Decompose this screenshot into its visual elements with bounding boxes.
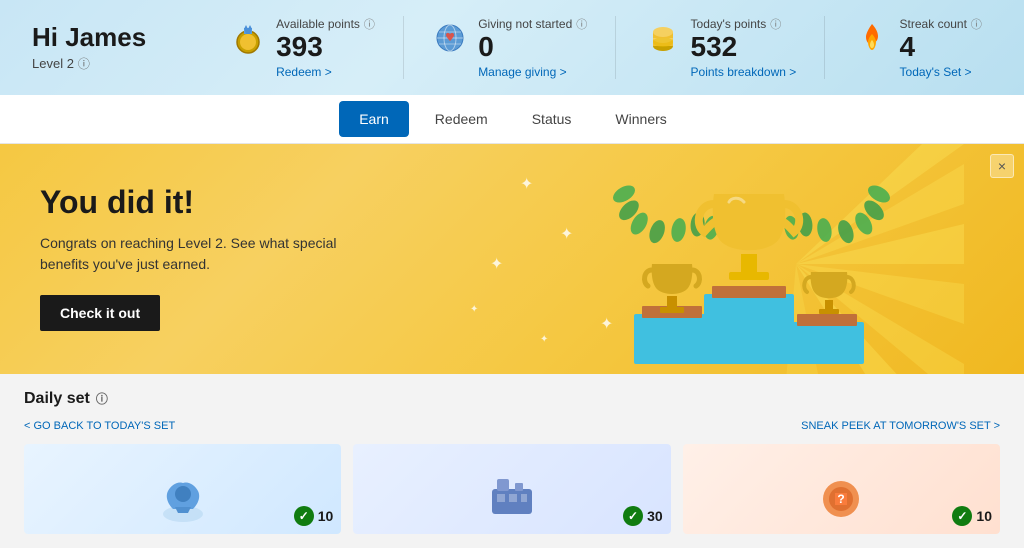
level-text: Level 2 [32, 56, 74, 71]
available-points-label: Available points ⓘ [276, 16, 375, 32]
svg-text:?: ? [838, 492, 845, 506]
go-back-link[interactable]: < GO BACK TO TODAY'S SET [24, 420, 175, 432]
tab-winners[interactable]: Winners [595, 95, 686, 143]
divider-1 [403, 16, 404, 79]
daily-set-navigation: < GO BACK TO TODAY'S SET SNEAK PEEK AT T… [24, 420, 1000, 432]
available-points-content: Available points ⓘ 393 Redeem > [276, 16, 375, 79]
banner-description: Congrats on reaching Level 2. See what s… [40, 233, 360, 275]
achievement-banner: ✦ ✦ ✦ ✦ ✦ ✦ [0, 144, 1024, 374]
greeting-section: Hi James Level 2 ⓘ [32, 22, 172, 72]
streak-value: 4 [900, 32, 982, 63]
today-set-link[interactable]: Today's Set > [900, 65, 982, 79]
banner-title: You did it! [40, 184, 360, 221]
greeting-text: Hi James [32, 22, 172, 53]
points-breakdown-link[interactable]: Points breakdown > [691, 65, 797, 79]
daily-set-header: Daily set ⓘ [24, 390, 1000, 408]
giving-label: Giving not started ⓘ [478, 16, 587, 32]
coins-icon [645, 20, 681, 56]
globe-icon [432, 20, 468, 56]
sparkle-5: ✦ [470, 304, 478, 315]
stat-giving: Giving not started ⓘ 0 Manage giving > [432, 16, 587, 79]
streak-info-icon[interactable]: ⓘ [971, 16, 982, 32]
card-3-points: ✓ 10 [952, 506, 992, 526]
today-points-label: Today's points ⓘ [691, 16, 797, 32]
daily-cards-container: ✓ 10 ✓ 30 ? [24, 444, 1000, 534]
stats-bar: Available points ⓘ 393 Redeem > [220, 16, 992, 79]
divider-3 [824, 16, 825, 79]
check-it-out-button[interactable]: Check it out [40, 295, 160, 331]
streak-label: Streak count ⓘ [900, 16, 982, 32]
divider-2 [615, 16, 616, 79]
sparkle-6: ✦ [540, 334, 548, 345]
tab-redeem[interactable]: Redeem [415, 95, 508, 143]
flame-icon [854, 20, 890, 56]
card-1-image [153, 469, 213, 524]
daily-set-title: Daily set ⓘ [24, 390, 108, 408]
card-1-points: ✓ 10 [294, 506, 334, 526]
streak-content: Streak count ⓘ 4 Today's Set > [900, 16, 982, 79]
daily-set-info-icon[interactable]: ⓘ [96, 390, 108, 407]
stat-available-points: Available points ⓘ 393 Redeem > [230, 16, 375, 79]
level-indicator: Level 2 ⓘ [32, 55, 172, 72]
daily-card-2[interactable]: ✓ 30 [353, 444, 670, 534]
card-1-check: ✓ [294, 506, 314, 526]
card-2-points: ✓ 30 [623, 506, 663, 526]
today-points-info-icon[interactable]: ⓘ [770, 16, 781, 32]
card-2-image [482, 469, 542, 524]
card-2-check: ✓ [623, 506, 643, 526]
stat-streak: Streak count ⓘ 4 Today's Set > [854, 16, 982, 79]
trophy-illustration [564, 154, 944, 374]
level-info-icon[interactable]: ⓘ [78, 55, 90, 72]
tab-status[interactable]: Status [512, 95, 592, 143]
medal-icon [230, 20, 266, 56]
navigation-tabs: Earn Redeem Status Winners [0, 95, 1024, 144]
giving-value: 0 [478, 32, 587, 63]
giving-content: Giving not started ⓘ 0 Manage giving > [478, 16, 587, 79]
manage-giving-link[interactable]: Manage giving > [478, 65, 587, 79]
card-3-image: ? [811, 471, 871, 526]
banner-text-content: You did it! Congrats on reaching Level 2… [0, 144, 400, 361]
redeem-link[interactable]: Redeem > [276, 65, 375, 79]
available-points-info-icon[interactable]: ⓘ [364, 16, 375, 32]
giving-info-icon[interactable]: ⓘ [576, 16, 587, 32]
sparkle-1: ✦ [520, 174, 533, 194]
available-points-value: 393 [276, 32, 375, 63]
daily-set-section: Daily set ⓘ < GO BACK TO TODAY'S SET SNE… [0, 374, 1024, 534]
sparkle-3: ✦ [490, 254, 503, 274]
stat-today-points: Today's points ⓘ 532 Points breakdown > [645, 16, 797, 79]
daily-card-1[interactable]: ✓ 10 [24, 444, 341, 534]
header: Hi James Level 2 ⓘ Available points ⓘ [0, 0, 1024, 95]
tab-earn[interactable]: Earn [339, 101, 409, 137]
sneak-peek-link[interactable]: SNEAK PEEK AT TOMORROW'S SET > [801, 420, 1000, 432]
today-points-value: 532 [691, 32, 797, 63]
card-3-check: ✓ [952, 506, 972, 526]
today-points-content: Today's points ⓘ 532 Points breakdown > [691, 16, 797, 79]
daily-card-3[interactable]: ? ✓ 10 [683, 444, 1000, 534]
banner-close-button[interactable]: × [990, 154, 1014, 178]
